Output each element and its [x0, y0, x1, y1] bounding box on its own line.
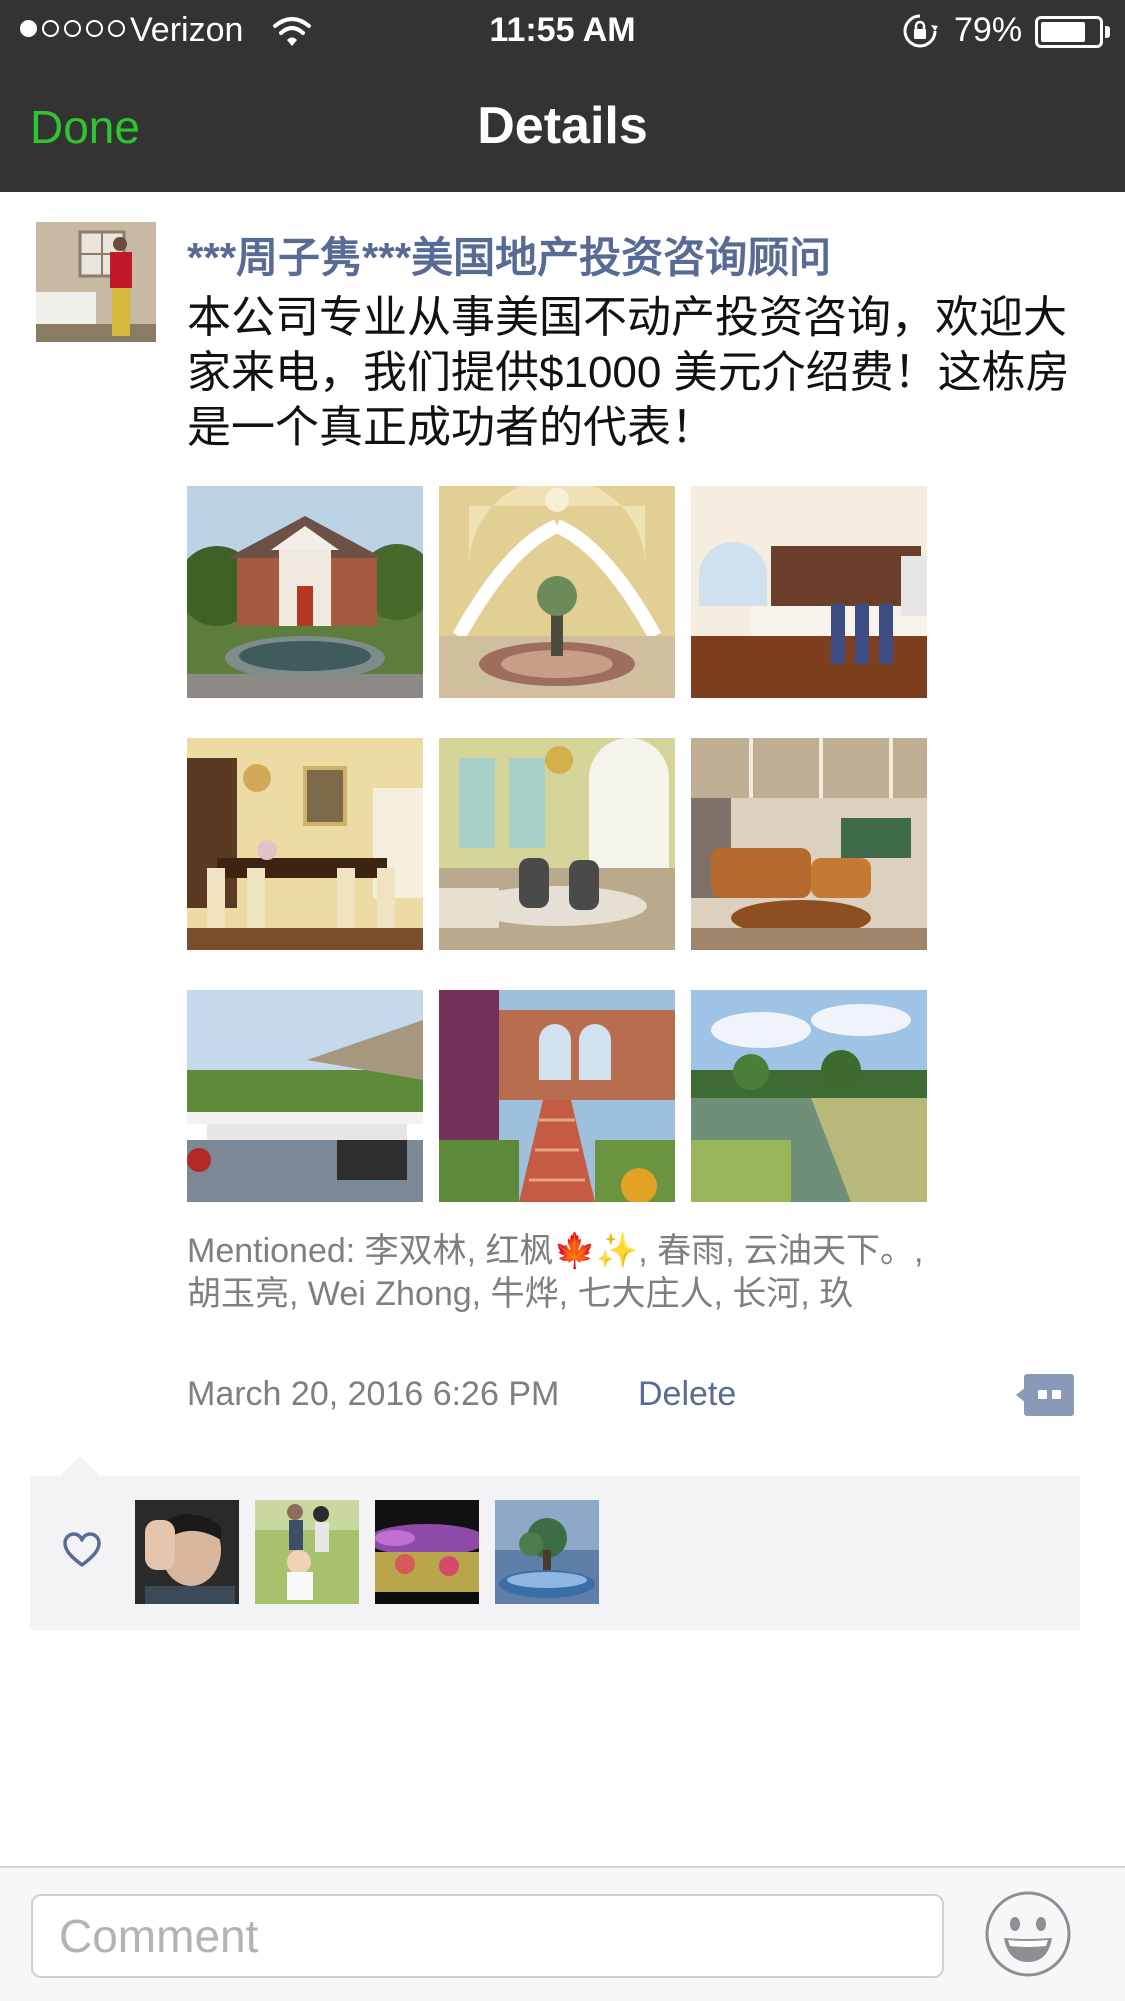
status-bar: Verizon 11:55 AM 79%: [0, 0, 1125, 64]
orientation-lock-icon: [903, 14, 938, 48]
post-timestamp: March 20, 2016 6:26 PM: [187, 1375, 560, 1413]
liker-avatar-1[interactable]: [135, 1500, 239, 1604]
photo-rear-staircase[interactable]: [439, 990, 675, 1202]
photo-grid: [187, 486, 927, 1202]
navigation-bar: Done Details: [0, 64, 1125, 192]
liker-avatar-4[interactable]: [495, 1500, 599, 1604]
emoji-icon[interactable]: [984, 1890, 1072, 1978]
battery-level-fill: [1041, 22, 1086, 42]
photo-kitchen[interactable]: [691, 486, 927, 698]
battery-percent: 79%: [954, 11, 1023, 49]
liker-avatar-3[interactable]: [375, 1500, 479, 1604]
photo-dining-room[interactable]: [187, 738, 423, 950]
likes-pointer: [60, 1456, 100, 1476]
photo-grand-staircase[interactable]: [439, 486, 675, 698]
comment-bubble-icon[interactable]: [1016, 1374, 1074, 1416]
heart-icon: [63, 1532, 101, 1567]
comment-input[interactable]: [31, 1894, 944, 1978]
page-title: Details: [477, 97, 648, 155]
top-bar: Verizon 11:55 AM 79% Done Details: [0, 0, 1125, 192]
post-content-text: 本公司专业从事美国不动产投资咨询，欢迎大家来电，我们提供$1000 美元介绍费！…: [187, 293, 1070, 452]
comment-bar: [0, 1866, 1125, 2001]
likes-panel: [30, 1476, 1080, 1630]
delete-button[interactable]: Delete: [638, 1375, 736, 1414]
battery-cap: [1105, 26, 1110, 38]
post-author-name[interactable]: ***周子隽***美国地产投资咨询顾问: [187, 224, 1087, 285]
author-avatar[interactable]: [36, 222, 156, 342]
photo-game-room[interactable]: [691, 738, 927, 950]
photo-house-exterior[interactable]: [187, 486, 423, 698]
photo-living-room[interactable]: [439, 738, 675, 950]
mentioned-users: Mentioned: 李双林, 红枫🍁✨, 春雨, 云油天下。, 胡玉亮, We…: [187, 1232, 924, 1313]
photo-pond[interactable]: [691, 990, 927, 1202]
photo-patio[interactable]: [187, 990, 423, 1202]
liker-avatar-2[interactable]: [255, 1500, 359, 1604]
battery-icon: [1035, 16, 1103, 48]
